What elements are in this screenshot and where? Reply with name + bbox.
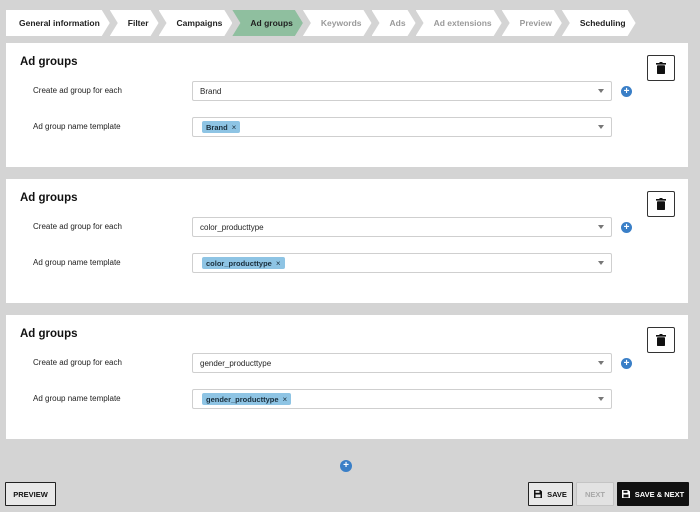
create-for-each-select[interactable]: gender_producttype [192, 353, 612, 373]
delete-ad-group-button[interactable] [647, 55, 675, 81]
preview-button-label: PREVIEW [13, 489, 48, 499]
name-template-label: Ad group name template [33, 122, 121, 131]
tag-label: color_producttype [206, 258, 272, 268]
save-button[interactable]: SAVE [528, 482, 573, 506]
step-ad-groups[interactable]: Ad groups [232, 10, 303, 36]
add-dimension-button[interactable]: + [621, 86, 632, 97]
ad-group-card: Ad groups Create ad group for each color… [6, 179, 688, 303]
step-scheduling[interactable]: Scheduling [562, 10, 636, 36]
create-for-each-select[interactable]: color_producttype [192, 217, 612, 237]
step-ads[interactable]: Ads [372, 10, 416, 36]
step-preview[interactable]: Preview [502, 10, 562, 36]
trash-icon [656, 62, 666, 74]
next-button-label: NEXT [584, 489, 605, 499]
name-template-label: Ad group name template [33, 258, 121, 267]
create-for-each-label: Create ad group for each [33, 222, 122, 231]
close-icon[interactable]: × [276, 259, 281, 268]
wizard-steps: General information Filter Campaigns Ad … [6, 10, 636, 36]
delete-ad-group-button[interactable] [647, 191, 675, 217]
next-button[interactable]: NEXT [576, 482, 614, 506]
add-dimension-button[interactable]: + [621, 358, 632, 369]
close-icon[interactable]: × [232, 123, 237, 132]
chevron-down-icon [598, 361, 604, 365]
step-keywords[interactable]: Keywords [303, 10, 372, 36]
name-template-label: Ad group name template [33, 394, 121, 403]
chevron-down-icon [598, 125, 604, 129]
tag-label: Brand [206, 122, 228, 132]
ad-group-card: Ad groups Create ad group for each Brand… [6, 43, 688, 167]
delete-ad-group-button[interactable] [647, 327, 675, 353]
name-template-select[interactable]: color_producttype × [192, 253, 612, 273]
step-campaigns[interactable]: Campaigns [159, 10, 233, 36]
save-and-next-button[interactable]: SAVE & NEXT [617, 482, 689, 506]
preview-button[interactable]: PREVIEW [5, 482, 56, 506]
add-dimension-button[interactable]: + [621, 222, 632, 233]
add-ad-group-button[interactable]: + [340, 460, 352, 472]
trash-icon [656, 198, 666, 210]
chevron-down-icon [598, 397, 604, 401]
close-icon[interactable]: × [283, 395, 288, 404]
step-filter[interactable]: Filter [110, 10, 159, 36]
chevron-down-icon [598, 225, 604, 229]
create-for-each-label: Create ad group for each [33, 86, 122, 95]
name-template-select[interactable]: gender_producttype × [192, 389, 612, 409]
select-value: color_producttype [200, 222, 264, 232]
select-value: gender_producttype [200, 358, 272, 368]
step-ad-extensions[interactable]: Ad extensions [416, 10, 502, 36]
chevron-down-icon [598, 89, 604, 93]
card-title: Ad groups [20, 56, 78, 68]
create-for-each-label: Create ad group for each [33, 358, 122, 367]
floppy-disk-icon [621, 490, 630, 498]
card-title: Ad groups [20, 328, 78, 340]
save-and-next-button-label: SAVE & NEXT [634, 489, 685, 499]
save-button-label: SAVE [547, 489, 567, 499]
template-tag: gender_producttype × [202, 393, 292, 405]
template-tag: Brand × [202, 121, 241, 133]
step-general-information[interactable]: General information [6, 10, 110, 36]
ad-group-card: Ad groups Create ad group for each gende… [6, 315, 688, 439]
name-template-select[interactable]: Brand × [192, 117, 612, 137]
create-for-each-select[interactable]: Brand [192, 81, 612, 101]
trash-icon [656, 334, 666, 346]
floppy-disk-icon [534, 490, 543, 498]
tag-label: gender_producttype [206, 394, 279, 404]
chevron-down-icon [598, 261, 604, 265]
card-title: Ad groups [20, 192, 78, 204]
select-value: Brand [200, 86, 222, 96]
template-tag: color_producttype × [202, 257, 285, 269]
